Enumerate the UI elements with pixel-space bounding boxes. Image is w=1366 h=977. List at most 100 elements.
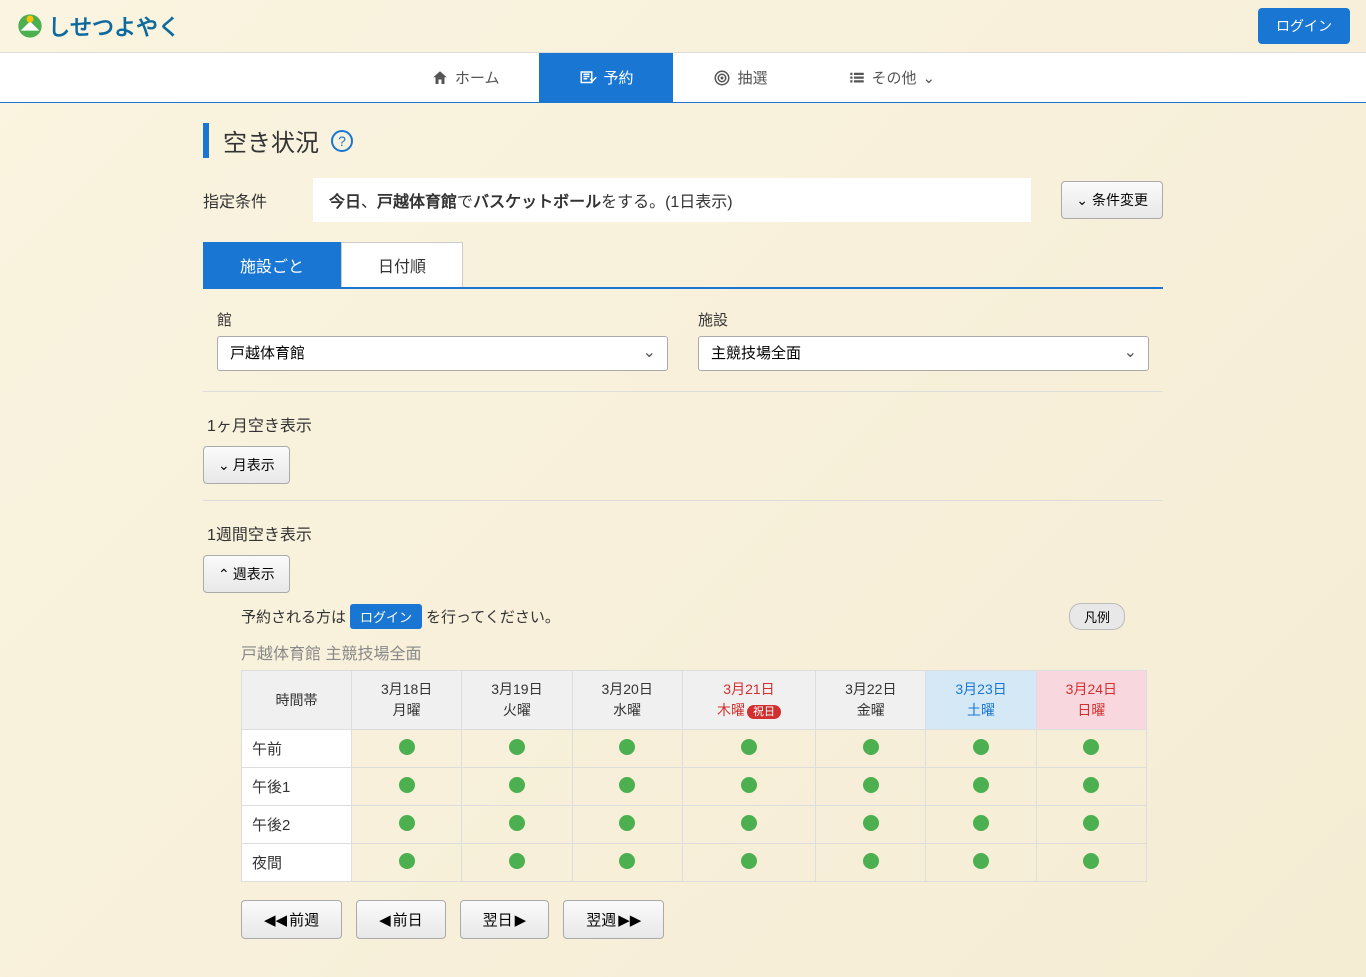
building-label: 館 <box>217 309 668 330</box>
tab-by-date[interactable]: 日付順 <box>341 242 463 287</box>
availability-cell[interactable] <box>682 768 815 806</box>
week-toggle-button[interactable]: ⌃週表示 <box>203 555 290 593</box>
logo[interactable]: しせつよやく <box>16 10 180 42</box>
availability-cell[interactable] <box>462 844 572 882</box>
availability-cell[interactable] <box>572 768 682 806</box>
available-icon <box>741 777 757 793</box>
availability-table: 時間帯 3月18日月曜3月19日火曜3月20日水曜3月21日木曜祝日3月22日金… <box>241 670 1147 882</box>
day-header: 3月19日火曜 <box>462 671 572 730</box>
available-icon <box>619 815 635 831</box>
availability-cell[interactable] <box>1036 844 1146 882</box>
available-icon <box>619 853 635 869</box>
prev-week-button[interactable]: ◀◀前週 <box>241 900 342 939</box>
time-slot-label: 午後1 <box>242 768 352 806</box>
table-row: 午後1 <box>242 768 1147 806</box>
availability-cell[interactable] <box>1036 806 1146 844</box>
availability-cell[interactable] <box>682 806 815 844</box>
next-week-button[interactable]: 翌週▶▶ <box>563 900 664 939</box>
available-icon <box>863 777 879 793</box>
availability-cell[interactable] <box>926 768 1036 806</box>
available-icon <box>399 777 415 793</box>
available-icon <box>619 739 635 755</box>
availability-cell[interactable] <box>926 806 1036 844</box>
login-notice: 予約される方は ログイン を行ってください。 <box>241 604 560 629</box>
month-toggle-button[interactable]: ⌄月表示 <box>203 446 290 484</box>
availability-cell[interactable] <box>1036 768 1146 806</box>
day-header: 3月23日土曜 <box>926 671 1036 730</box>
next-day-button[interactable]: 翌日▶ <box>460 900 550 939</box>
facility-label: 施設 <box>698 309 1149 330</box>
table-row: 夜間 <box>242 844 1147 882</box>
available-icon <box>399 853 415 869</box>
available-icon <box>741 815 757 831</box>
day-header: 3月18日月曜 <box>352 671 462 730</box>
availability-cell[interactable] <box>816 806 926 844</box>
condition-text: 今日、戸越体育館でバスケットボールをする。(1日表示) <box>313 178 1031 222</box>
available-icon <box>973 853 989 869</box>
availability-cell[interactable] <box>682 730 815 768</box>
availability-cell[interactable] <box>926 730 1036 768</box>
condition-label: 指定条件 <box>203 188 283 212</box>
chevron-down-icon: ⌄ <box>218 457 230 474</box>
reserve-icon <box>579 69 597 87</box>
tab-by-facility[interactable]: 施設ごと <box>203 242 341 287</box>
availability-cell[interactable] <box>816 730 926 768</box>
availability-cell[interactable] <box>1036 730 1146 768</box>
availability-cell[interactable] <box>462 730 572 768</box>
holiday-badge: 祝日 <box>747 705 781 719</box>
available-icon <box>399 739 415 755</box>
availability-cell[interactable] <box>352 844 462 882</box>
nav-lottery-label: 抽選 <box>737 67 767 88</box>
nav-reserve[interactable]: 予約 <box>539 53 673 102</box>
prev-day-button[interactable]: ◀前日 <box>356 900 446 939</box>
time-slot-label: 午後2 <box>242 806 352 844</box>
left-icon: ◀ <box>379 911 391 929</box>
availability-cell[interactable] <box>682 844 815 882</box>
page-title: 空き状況 ? <box>203 123 1163 158</box>
availability-cell[interactable] <box>352 730 462 768</box>
nav-home[interactable]: ホーム <box>391 53 540 102</box>
available-icon <box>399 815 415 831</box>
month-section-header: 1ヶ月空き表示 <box>207 412 1163 436</box>
availability-cell[interactable] <box>572 730 682 768</box>
availability-cell[interactable] <box>572 844 682 882</box>
login-button[interactable]: ログイン <box>1258 8 1350 44</box>
table-row: 午前 <box>242 730 1147 768</box>
table-caption: 戸越体育館 主競技場全面 <box>203 640 1163 664</box>
list-icon <box>848 69 866 87</box>
week-section-header: 1週間空き表示 <box>207 521 1163 545</box>
building-select[interactable]: 戸越体育館 <box>217 336 668 371</box>
available-icon <box>619 777 635 793</box>
nav-other[interactable]: その他 ⌄ <box>808 53 976 102</box>
available-icon <box>509 853 525 869</box>
available-icon <box>863 739 879 755</box>
facility-select[interactable]: 主競技場全面 <box>698 336 1149 371</box>
legend-button[interactable]: 凡例 <box>1069 603 1125 630</box>
availability-cell[interactable] <box>816 768 926 806</box>
time-slot-label: 午前 <box>242 730 352 768</box>
double-right-icon: ▶▶ <box>618 911 641 929</box>
chevron-down-icon: ⌄ <box>1076 192 1088 209</box>
chevron-down-icon: ⌄ <box>923 69 936 87</box>
available-icon <box>1083 777 1099 793</box>
availability-cell[interactable] <box>926 844 1036 882</box>
availability-cell[interactable] <box>352 768 462 806</box>
available-icon <box>973 739 989 755</box>
availability-cell[interactable] <box>462 806 572 844</box>
login-link[interactable]: ログイン <box>350 604 422 629</box>
availability-cell[interactable] <box>816 844 926 882</box>
table-row: 午後2 <box>242 806 1147 844</box>
nav-lottery[interactable]: 抽選 <box>673 53 807 102</box>
available-icon <box>509 777 525 793</box>
availability-cell[interactable] <box>572 806 682 844</box>
available-icon <box>1083 815 1099 831</box>
available-icon <box>741 853 757 869</box>
availability-cell[interactable] <box>462 768 572 806</box>
home-icon <box>431 69 449 87</box>
day-header: 3月21日木曜祝日 <box>682 671 815 730</box>
available-icon <box>1083 853 1099 869</box>
help-icon[interactable]: ? <box>331 130 353 152</box>
change-condition-button[interactable]: ⌄条件変更 <box>1061 181 1163 219</box>
nav-home-label: ホーム <box>455 67 500 88</box>
availability-cell[interactable] <box>352 806 462 844</box>
